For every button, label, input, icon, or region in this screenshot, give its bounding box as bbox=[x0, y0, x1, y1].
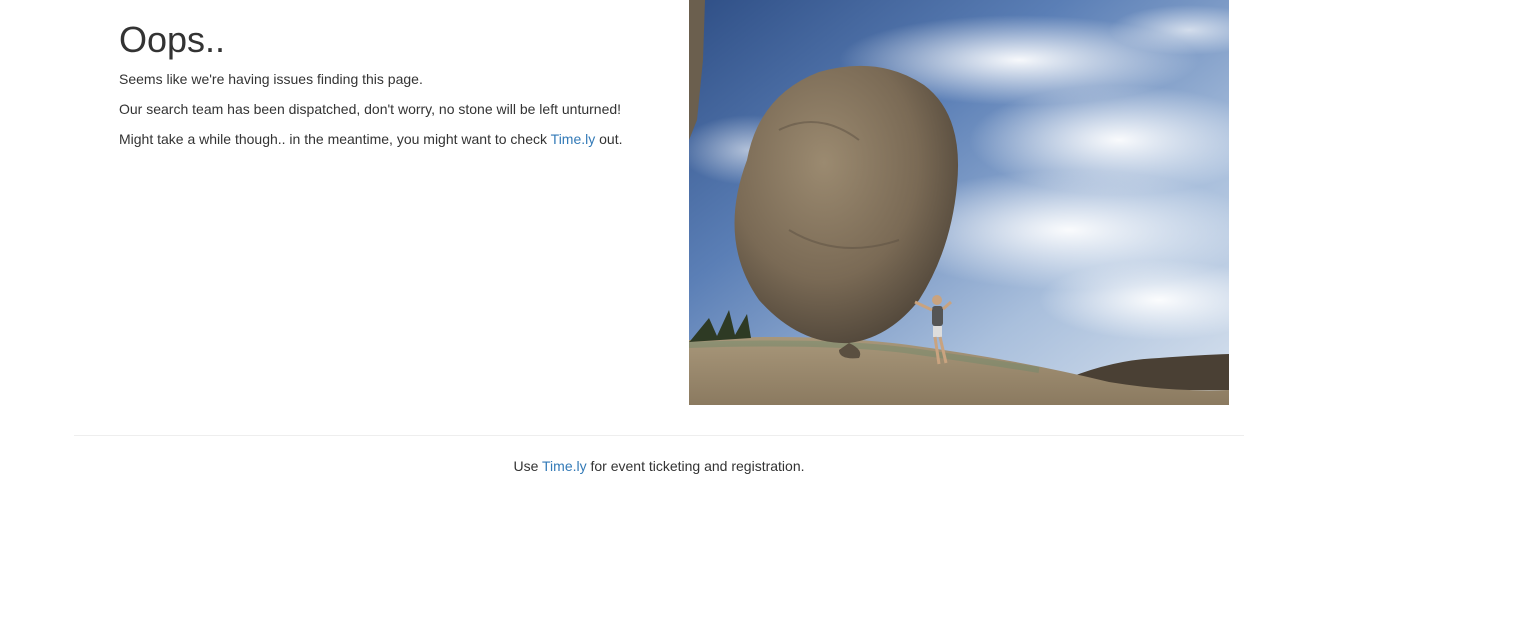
footer-prefix: Use bbox=[513, 458, 543, 474]
page-title: Oops.. bbox=[119, 19, 226, 60]
error-line-3-prefix: Might take a while though.. in the meant… bbox=[119, 131, 551, 147]
error-page: Oops.. Seems like we're having issues fi… bbox=[0, 0, 1538, 625]
footer-timely-link[interactable]: Time.ly bbox=[542, 458, 587, 474]
footer-suffix: for event ticketing and registration. bbox=[586, 458, 805, 474]
timely-link[interactable]: Time.ly bbox=[551, 131, 596, 147]
error-line-1: Seems like we're having issues finding t… bbox=[119, 71, 423, 87]
error-line-3-suffix: out. bbox=[595, 131, 623, 147]
error-line-3: Might take a while though.. in the meant… bbox=[119, 129, 623, 149]
footer-divider bbox=[74, 435, 1244, 436]
boulder-photo bbox=[689, 0, 1229, 405]
error-line-2: Our search team has been dispatched, don… bbox=[119, 101, 622, 117]
footer: Use Time.ly for event ticketing and regi… bbox=[74, 456, 1244, 476]
